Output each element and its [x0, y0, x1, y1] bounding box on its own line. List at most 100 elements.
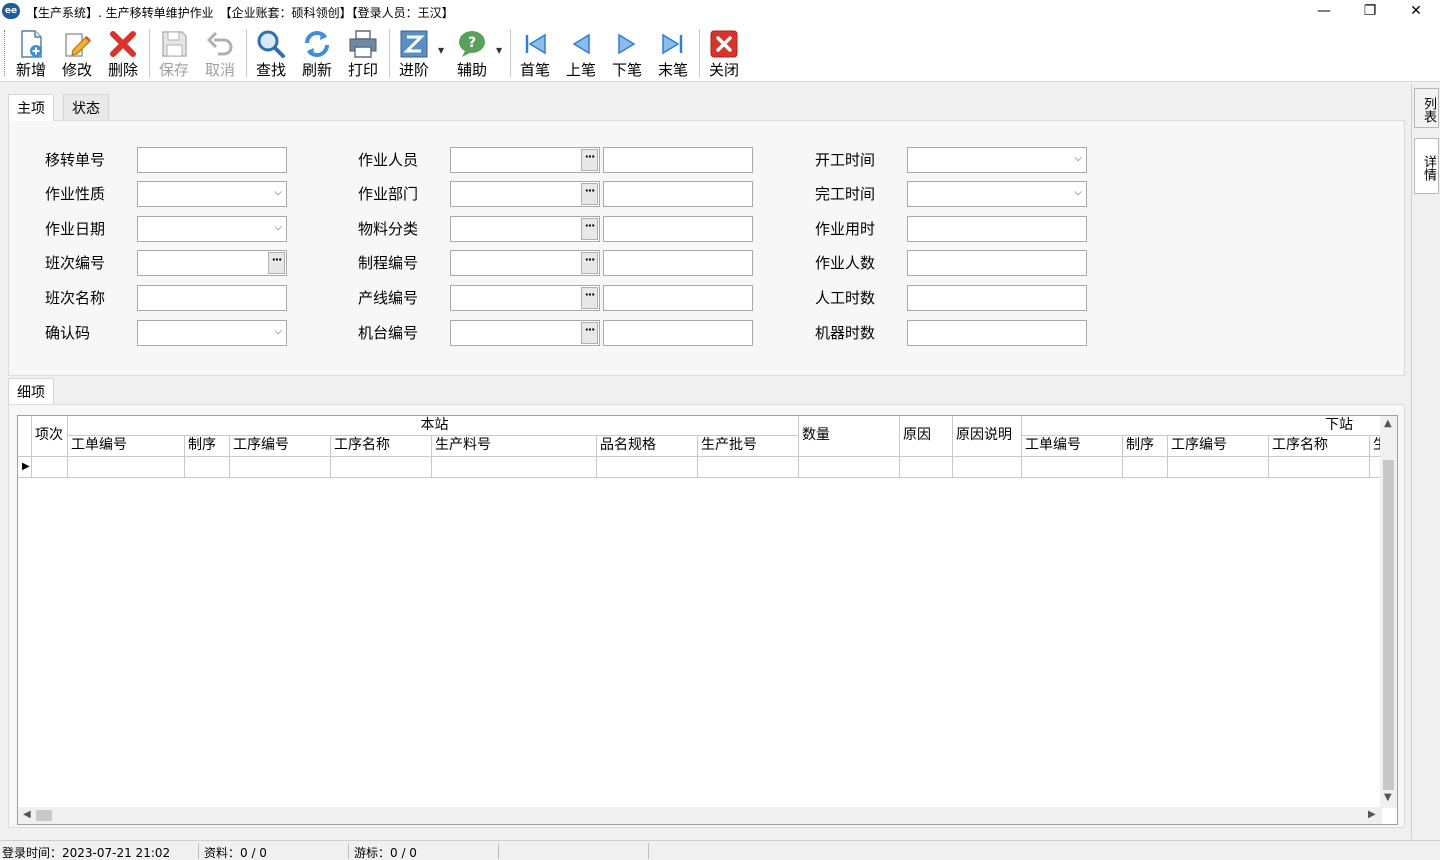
lookup-ellipsis-icon[interactable]: ···	[268, 252, 285, 274]
table-cell[interactable]	[597, 457, 698, 478]
restore-button[interactable]: ❐	[1347, 0, 1393, 24]
find-button[interactable]: 查找	[251, 26, 291, 80]
chevron-down-icon[interactable]: ⌵	[274, 326, 282, 337]
scroll-up-icon[interactable]: ▲	[1384, 418, 1392, 429]
column-header-spec[interactable]: 品名规格	[597, 436, 698, 457]
table-cell[interactable]	[185, 457, 230, 478]
table-cell[interactable]	[230, 457, 331, 478]
tab-status[interactable]: 状态	[63, 94, 109, 120]
lookup-ellipsis-icon[interactable]: ···	[581, 183, 598, 205]
close-window-button[interactable]: ✕	[1393, 0, 1439, 24]
material-class-name-input[interactable]	[603, 216, 753, 242]
line-name-input[interactable]	[603, 285, 753, 311]
table-cell[interactable]	[32, 457, 68, 478]
department-code-input[interactable]: ···	[450, 181, 600, 207]
edit-button[interactable]: 修改	[57, 26, 97, 80]
machine-hours-input[interactable]	[907, 320, 1087, 346]
tab-detail[interactable]: 细项	[8, 378, 54, 404]
shift-no-input[interactable]: ···	[137, 250, 287, 276]
operator-name-input[interactable]	[603, 147, 753, 173]
column-header-next-op-no[interactable]: 工序编号	[1168, 436, 1269, 457]
finish-time-picker[interactable]: ⌵	[907, 181, 1087, 207]
save-button[interactable]: 保存	[154, 26, 194, 80]
process-name-input[interactable]	[603, 250, 753, 276]
start-time-picker[interactable]: ⌵	[907, 147, 1087, 173]
table-cell[interactable]	[331, 457, 432, 478]
table-cell[interactable]	[1022, 457, 1123, 478]
department-name-input[interactable]	[603, 181, 753, 207]
tab-main[interactable]: 主项	[8, 94, 54, 121]
table-cell[interactable]	[799, 457, 900, 478]
lookup-ellipsis-icon[interactable]: ···	[581, 149, 598, 171]
column-header-item-no[interactable]: 项次	[32, 416, 68, 457]
column-header-process[interactable]: 制序	[185, 436, 230, 457]
cancel-button[interactable]: 取消	[200, 26, 240, 80]
machine-code-input[interactable]: ···	[450, 320, 600, 346]
work-date-picker[interactable]: ⌵	[137, 216, 287, 242]
lookup-ellipsis-icon[interactable]: ···	[581, 218, 598, 240]
column-header-next-process[interactable]: 制序	[1123, 436, 1168, 457]
horizontal-scrollbar[interactable]: ◀ ▶	[18, 807, 1382, 824]
work-hours-input[interactable]	[907, 216, 1087, 242]
chevron-down-icon[interactable]: ⌵	[1074, 187, 1082, 198]
shift-name-input[interactable]	[137, 285, 287, 311]
tab-detail-view[interactable]: 详情	[1414, 138, 1439, 194]
first-record-button[interactable]: 首笔	[515, 26, 555, 80]
column-header-wo-no[interactable]: 工单编号	[68, 436, 185, 457]
column-header-reason-desc[interactable]: 原因说明	[953, 416, 1022, 457]
tab-list-view[interactable]: 列表	[1414, 88, 1439, 128]
table-cell[interactable]	[1269, 457, 1370, 478]
assist-dropdown-arrow-icon[interactable]: ▼	[496, 46, 502, 55]
table-cell[interactable]	[432, 457, 597, 478]
chevron-down-icon[interactable]: ⌵	[274, 222, 282, 233]
column-header-batch[interactable]: 生产批号	[698, 436, 799, 457]
vertical-scroll-thumb[interactable]	[1383, 460, 1394, 790]
work-nature-select[interactable]: ⌵	[137, 181, 287, 207]
chevron-down-icon[interactable]: ⌵	[1074, 153, 1082, 164]
process-code-input[interactable]: ···	[450, 250, 600, 276]
column-header-reason[interactable]: 原因	[900, 416, 953, 457]
table-cell[interactable]	[1123, 457, 1168, 478]
advanced-button[interactable]: 进阶	[394, 26, 434, 80]
toolbar-grip[interactable]	[4, 30, 7, 76]
confirm-code-select[interactable]: ⌵	[137, 320, 287, 346]
column-header-part-no[interactable]: 生产料号	[432, 436, 597, 457]
scroll-right-icon[interactable]: ▶	[1368, 809, 1376, 820]
material-class-code-input[interactable]: ···	[450, 216, 600, 242]
next-record-button[interactable]: 下笔	[607, 26, 647, 80]
chevron-down-icon[interactable]: ⌵	[274, 187, 282, 198]
scroll-left-icon[interactable]: ◀	[23, 809, 31, 820]
operator-code-input[interactable]: ···	[450, 147, 600, 173]
line-code-input[interactable]: ···	[450, 285, 600, 311]
prev-record-button[interactable]: 上笔	[561, 26, 601, 80]
table-cell[interactable]	[900, 457, 953, 478]
advanced-dropdown-arrow-icon[interactable]: ▼	[438, 46, 444, 55]
headcount-input[interactable]	[907, 250, 1087, 276]
print-button[interactable]: 打印	[343, 26, 383, 80]
table-cell[interactable]	[953, 457, 1022, 478]
lookup-ellipsis-icon[interactable]: ···	[581, 322, 598, 344]
close-button[interactable]: 关闭	[704, 26, 744, 80]
table-cell[interactable]	[698, 457, 799, 478]
machine-name-input[interactable]	[603, 320, 753, 346]
column-header-op-no[interactable]: 工序编号	[230, 436, 331, 457]
lookup-ellipsis-icon[interactable]: ···	[581, 287, 598, 309]
column-header-qty[interactable]: 数量	[799, 416, 900, 457]
vertical-scrollbar[interactable]: ▲ ▼	[1380, 416, 1397, 808]
transfer-no-input[interactable]	[137, 147, 287, 173]
last-record-button[interactable]: 末笔	[653, 26, 693, 80]
scroll-down-icon[interactable]: ▼	[1384, 792, 1392, 803]
table-cell[interactable]	[1168, 457, 1269, 478]
labor-hours-input[interactable]	[907, 285, 1087, 311]
table-cell[interactable]	[68, 457, 185, 478]
column-header-op-name[interactable]: 工序名称	[331, 436, 432, 457]
refresh-button[interactable]: 刷新	[297, 26, 337, 80]
new-button[interactable]: 新增	[11, 26, 51, 80]
column-header-next-wo-no[interactable]: 工单编号	[1022, 436, 1123, 457]
delete-button[interactable]: 删除	[103, 26, 143, 80]
assist-button[interactable]: ? 辅助	[452, 26, 492, 80]
lookup-ellipsis-icon[interactable]: ···	[581, 252, 598, 274]
horizontal-scroll-thumb[interactable]	[36, 810, 52, 821]
column-header-next-op-name[interactable]: 工序名称	[1269, 436, 1370, 457]
minimize-button[interactable]: —	[1301, 0, 1347, 24]
